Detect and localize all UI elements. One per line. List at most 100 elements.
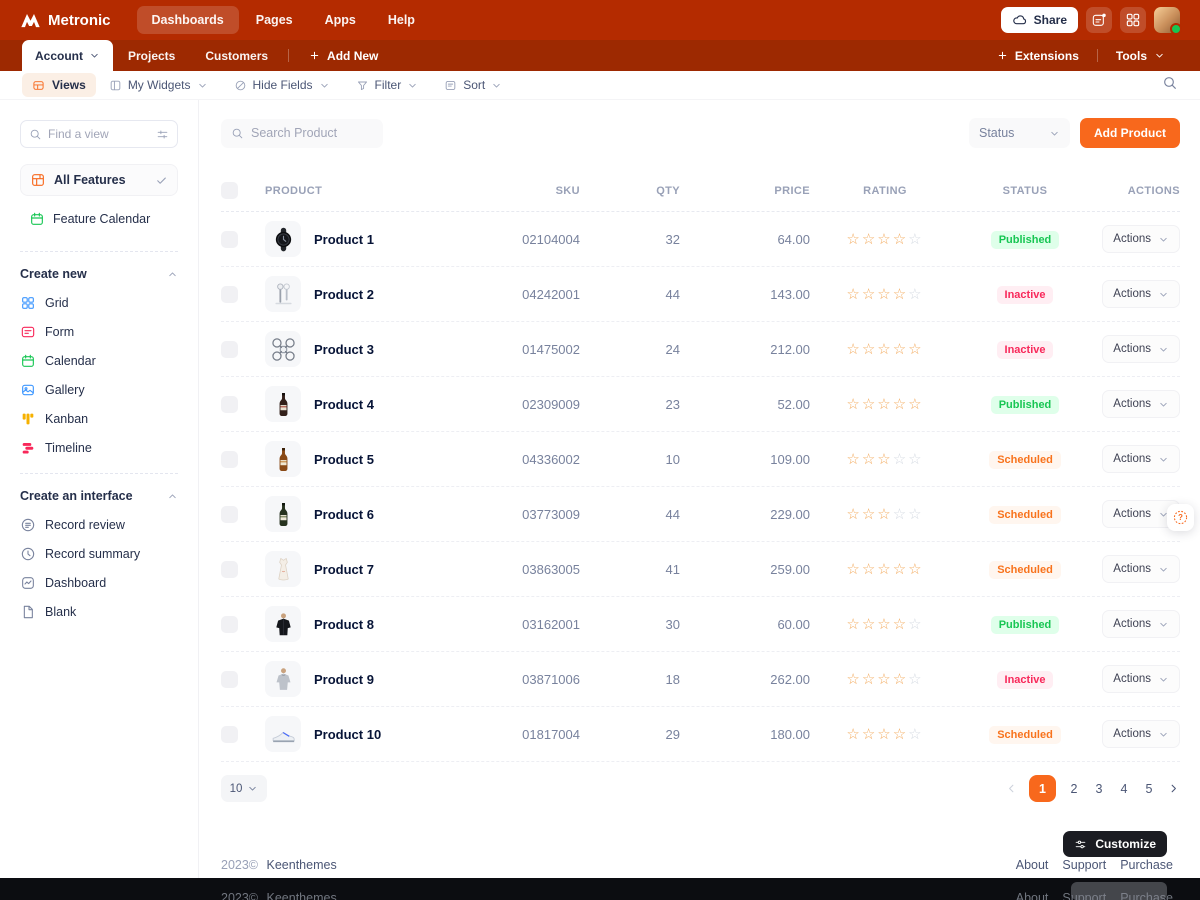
toolbar-item[interactable]: Filter [343, 78, 432, 92]
actions-dropdown-button[interactable]: Actions [1102, 555, 1180, 583]
page-number[interactable]: 1 [1029, 775, 1056, 802]
footer-link[interactable]: Purchase [1120, 858, 1173, 872]
page-list: 1 2 3 4 5 [1005, 775, 1180, 802]
row-checkbox[interactable] [221, 726, 238, 743]
page-number[interactable]: 2 [1067, 782, 1081, 796]
add-product-button[interactable]: Add Product [1080, 118, 1180, 148]
product-name-link[interactable]: Product 3 [314, 342, 374, 357]
find-view-input[interactable] [48, 127, 150, 141]
page-number[interactable]: 3 [1092, 782, 1106, 796]
top-nav-item[interactable]: Pages [241, 6, 308, 34]
product-name-link[interactable]: Product 1 [314, 232, 374, 247]
footer-link[interactable]: About [1016, 858, 1049, 872]
previous-page-button[interactable] [1005, 782, 1018, 795]
sidebar-item[interactable]: Form [20, 324, 178, 340]
page-number[interactable]: 5 [1142, 782, 1156, 796]
sidebar-item[interactable]: Grid [20, 295, 178, 311]
toolbar-search-button[interactable] [1162, 75, 1178, 96]
actions-dropdown-button[interactable]: Actions [1102, 720, 1180, 748]
apps-launcher-button[interactable] [1120, 7, 1146, 33]
product-name-link[interactable]: Product 6 [314, 507, 374, 522]
help-floating-button[interactable]: ? [1167, 504, 1194, 531]
sidebar-section-header[interactable]: Create new [20, 267, 178, 281]
product-name-link[interactable]: Product 5 [314, 452, 374, 467]
sidebar-section-header[interactable]: Create an interface [20, 489, 178, 503]
actions-dropdown-button[interactable]: Actions [1102, 225, 1180, 253]
top-nav-item[interactable]: Dashboards [137, 6, 239, 34]
row-checkbox[interactable] [221, 671, 238, 688]
row-checkbox[interactable] [221, 231, 238, 248]
actions-dropdown-button[interactable]: Actions [1102, 665, 1180, 693]
sku-value: 03871006 [522, 672, 580, 687]
header-status[interactable]: STATUS [1003, 185, 1048, 197]
product-name-link[interactable]: Product 10 [314, 727, 381, 742]
actions-dropdown-button[interactable]: Actions [1102, 335, 1180, 363]
footer-ghost: 2023© Keenthemes About Support Purchase [221, 891, 1173, 900]
row-checkbox[interactable] [221, 341, 238, 358]
customize-button[interactable]: Customize [1063, 831, 1167, 857]
product-name-link[interactable]: Product 2 [314, 287, 374, 302]
actions-dropdown-button[interactable]: Actions [1102, 445, 1180, 473]
page-number[interactable]: 4 [1117, 782, 1131, 796]
sidebar-item[interactable]: Timeline [20, 440, 178, 456]
sidebar-item-label: Record review [45, 518, 125, 532]
sidebar-view-feature-calendar[interactable]: Feature Calendar [20, 204, 178, 234]
sidebar-item[interactable]: Calendar [20, 353, 178, 369]
row-checkbox[interactable] [221, 616, 238, 633]
product-name-link[interactable]: Product 8 [314, 617, 374, 632]
next-page-button[interactable] [1167, 782, 1180, 795]
add-new-tab-button[interactable]: Add New [294, 40, 393, 71]
sliders-icon[interactable] [156, 128, 169, 141]
status-badge: Scheduled [989, 451, 1061, 469]
product-cell: Product 1 [265, 221, 470, 257]
sidebar-item[interactable]: Blank [20, 604, 178, 620]
avatar[interactable] [1154, 7, 1180, 33]
actions-dropdown-button[interactable]: Actions [1102, 280, 1180, 308]
product-cell: Product 8 [265, 606, 470, 642]
product-search-input[interactable] [251, 126, 373, 140]
actions-dropdown-button[interactable]: Actions [1102, 610, 1180, 638]
footer: 2023© Keenthemes About Support Purchase [221, 858, 1173, 872]
status-filter-select[interactable]: Status [969, 118, 1070, 148]
toolbar-item[interactable]: Sort [431, 78, 515, 92]
sidebar-item[interactable]: Dashboard [20, 575, 178, 591]
tab-account[interactable]: Account [22, 40, 113, 71]
header-product[interactable]: PRODUCT [265, 185, 470, 197]
sidebar-item[interactable]: Gallery [20, 382, 178, 398]
header-rating[interactable]: RATING [863, 185, 907, 197]
product-name-link[interactable]: Product 7 [314, 562, 374, 577]
header-qty[interactable]: QTY [656, 185, 680, 197]
toolbar-item[interactable]: My Widgets [96, 78, 221, 92]
sidebar-item[interactable]: Kanban [20, 411, 178, 427]
product-name-link[interactable]: Product 9 [314, 672, 374, 687]
tab-item[interactable]: Customers [190, 40, 283, 71]
product-name-link[interactable]: Product 4 [314, 397, 374, 412]
row-checkbox[interactable] [221, 561, 238, 578]
sidebar-view-all-features[interactable]: All Features [20, 164, 178, 196]
header-sku[interactable]: SKU [556, 185, 580, 197]
page-size-select[interactable]: 10 [221, 775, 267, 802]
star-filled-icon: ☆ [877, 616, 892, 633]
tools-menu-button[interactable]: Tools [1103, 49, 1178, 63]
header-price[interactable]: PRICE [774, 185, 810, 197]
sidebar-item[interactable]: Record review [20, 517, 178, 533]
row-checkbox[interactable] [221, 286, 238, 303]
toolbar-item[interactable]: Hide Fields [221, 78, 343, 92]
views-button[interactable]: Views [22, 73, 96, 97]
footer-link[interactable]: Support [1062, 858, 1106, 872]
copyright-company-link[interactable]: Keenthemes [267, 858, 337, 872]
row-checkbox[interactable] [221, 451, 238, 468]
top-nav-item[interactable]: Help [373, 6, 430, 34]
notifications-button[interactable] [1086, 7, 1112, 33]
brand[interactable]: Metronic [20, 10, 111, 31]
sidebar-item-icon [20, 411, 36, 427]
sidebar-item[interactable]: Record summary [20, 546, 178, 562]
row-checkbox[interactable] [221, 506, 238, 523]
extensions-button[interactable]: Extensions [984, 49, 1092, 63]
share-button[interactable]: Share [1001, 7, 1078, 33]
top-nav-item[interactable]: Apps [310, 6, 371, 34]
row-checkbox[interactable] [221, 396, 238, 413]
select-all-checkbox[interactable] [221, 182, 238, 199]
tab-item[interactable]: Projects [113, 40, 190, 71]
actions-dropdown-button[interactable]: Actions [1102, 390, 1180, 418]
